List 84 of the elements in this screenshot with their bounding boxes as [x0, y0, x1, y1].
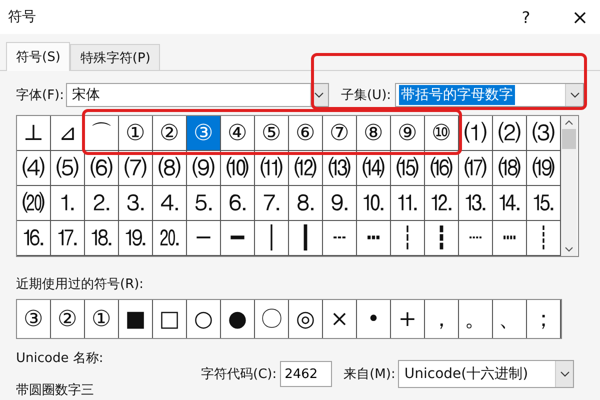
symbol-cell[interactable]: ┉ — [493, 221, 527, 256]
symbol-cell[interactable]: ⑸ — [51, 151, 85, 186]
symbol-cell[interactable]: ━ — [221, 221, 255, 256]
symbol-cell[interactable]: ⑷ — [17, 151, 51, 186]
symbol-cell[interactable]: ⑥ — [289, 116, 323, 151]
symbol-cell[interactable]: ⒇ — [17, 186, 51, 221]
symbol-cell[interactable]: ⒌ — [187, 186, 221, 221]
symbol-cell[interactable]: ④ — [221, 116, 255, 151]
symbol-cell[interactable]: ⑴ — [459, 116, 493, 151]
unicode-name-label: Unicode 名称: — [16, 350, 104, 367]
symbol-cell[interactable]: ⑻ — [153, 151, 187, 186]
symbol-cell[interactable]: ⒄ — [459, 151, 493, 186]
window-title: 符号 — [8, 8, 37, 26]
scrollbar[interactable] — [561, 116, 577, 256]
symbol-cell[interactable]: ┇ — [425, 221, 459, 256]
symbol-cell[interactable]: ⒙ — [85, 221, 119, 256]
symbol-cell[interactable]: ③ — [187, 116, 221, 151]
caret-icon — [314, 92, 324, 98]
symbol-cell[interactable]: ⒛ — [153, 221, 187, 256]
symbol-cell[interactable]: ┃ — [289, 221, 323, 256]
symbol-cell[interactable]: ┈ — [459, 221, 493, 256]
symbol-cell[interactable]: ⒍ — [221, 186, 255, 221]
symbol-cell[interactable]: ⒔ — [459, 186, 493, 221]
tab[interactable]: 符号(S) — [6, 42, 70, 71]
symbol-cell[interactable]: ⑹ — [85, 151, 119, 186]
symbol-cell[interactable]: ⒊ — [119, 186, 153, 221]
symbol-cell[interactable]: ⊿ — [51, 116, 85, 151]
from-dropdown[interactable]: Unicode(十六进制) — [398, 360, 574, 388]
symbol-cell[interactable]: ⒉ — [85, 186, 119, 221]
symbol-cell[interactable]: ⑨ — [391, 116, 425, 151]
symbol-cell[interactable]: ⒎ — [255, 186, 289, 221]
symbol-cell[interactable]: ① — [119, 116, 153, 151]
symbol-cell[interactable]: ⒃ — [425, 151, 459, 186]
symbol-cell[interactable]: ⊥ — [17, 116, 51, 151]
from-label: 来自(M): — [344, 366, 396, 383]
symbol-cell[interactable]: ⒒ — [391, 186, 425, 221]
char-code-label: 字符代码(C): — [201, 366, 277, 383]
scrollbar-thumb[interactable] — [562, 129, 576, 149]
symbol-cell[interactable]: ⒂ — [391, 151, 425, 186]
symbol-cell[interactable]: ⒚ — [119, 221, 153, 256]
symbol-cell[interactable]: ⑤ — [255, 116, 289, 151]
symbol-cell[interactable]: ⒀ — [323, 151, 357, 186]
symbol-cell[interactable]: ┆ — [391, 221, 425, 256]
font-label: 字体(F): — [16, 87, 64, 104]
symbol-cell[interactable]: ⒑ — [357, 186, 391, 221]
close-button[interactable]: × — [560, 5, 600, 29]
font-dropdown[interactable]: 宋体 — [66, 83, 329, 107]
symbol-cell[interactable]: ─ — [187, 221, 221, 256]
subset-label: 子集(U): — [340, 87, 392, 104]
symbol-cell[interactable]: ⒗ — [17, 221, 51, 256]
char-code-field[interactable]: 2462 — [280, 361, 332, 387]
subset-dropdown[interactable]: 带括号的字母数字 — [395, 83, 584, 107]
caret-icon — [560, 371, 570, 377]
symbol-cell[interactable]: │ — [255, 221, 289, 256]
scroll-down-icon[interactable] — [565, 247, 573, 252]
tab[interactable]: 特殊字符(P) — [70, 44, 160, 70]
help-button[interactable]: ? — [506, 8, 546, 26]
symbol-cell[interactable]: ⑩ — [425, 116, 459, 151]
symbol-cell[interactable]: ⒋ — [153, 186, 187, 221]
scroll-up-icon[interactable] — [565, 120, 573, 125]
symbol-cell[interactable]: ⌒ — [85, 116, 119, 151]
symbol-cell[interactable]: ⒐ — [323, 186, 357, 221]
symbol-cell[interactable]: ⑽ — [221, 151, 255, 186]
symbol-cell[interactable]: ⑼ — [187, 151, 221, 186]
symbol-cell[interactable]: ⑵ — [493, 116, 527, 151]
dropdown-button[interactable] — [555, 361, 574, 387]
symbol-cell[interactable]: ┅ — [357, 221, 391, 256]
symbol-cell[interactable]: ⒘ — [51, 221, 85, 256]
symbol-cell[interactable]: ⑾ — [255, 151, 289, 186]
symbol-cell[interactable]: ⒕ — [493, 186, 527, 221]
symbol-cell[interactable]: ┄ — [323, 221, 357, 256]
dropdown-button[interactable] — [565, 84, 583, 106]
symbol-cell[interactable]: ⒅ — [493, 151, 527, 186]
symbol-cell[interactable]: ⒈ — [51, 186, 85, 221]
unicode-name: 带圆圈数字三 — [16, 382, 95, 399]
caret-icon — [570, 92, 580, 98]
symbol-cell[interactable]: ⒏ — [289, 186, 323, 221]
symbol-cell[interactable]: ⑿ — [289, 151, 323, 186]
symbol-cell[interactable]: ⑦ — [323, 116, 357, 151]
symbol-cell[interactable]: ⒁ — [357, 151, 391, 186]
symbol-cell[interactable]: ⑧ — [357, 116, 391, 151]
symbol-cell[interactable]: ⑺ — [119, 151, 153, 186]
symbol-cell[interactable]: ⒓ — [425, 186, 459, 221]
recent-symbols-label: 近期使用过的符号(R): — [16, 276, 145, 293]
